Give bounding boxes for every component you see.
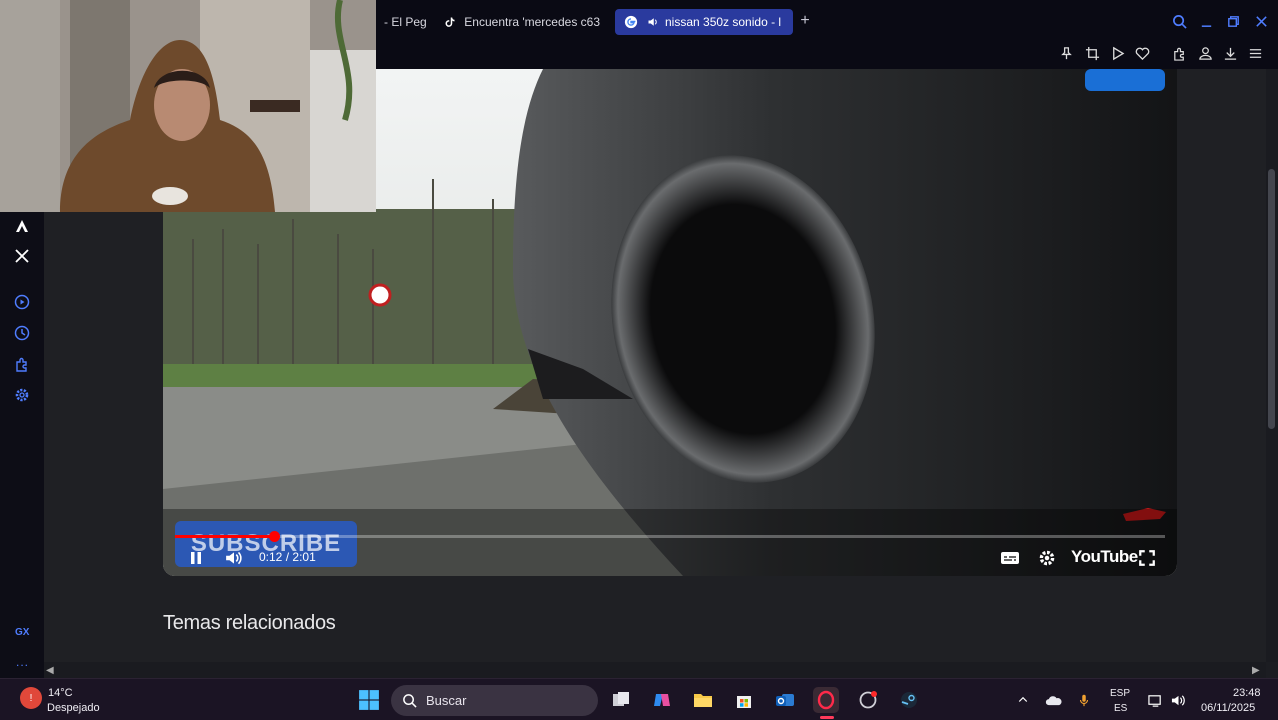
video-progress-track[interactable]	[175, 531, 1165, 542]
heart-icon[interactable]	[1133, 44, 1151, 62]
volume-button[interactable]	[223, 547, 245, 569]
snapshot-icon[interactable]	[1083, 44, 1101, 62]
horizontal-scrollbar[interactable]: ◀ ▶	[44, 662, 1266, 678]
x-twitter-icon[interactable]	[13, 247, 31, 265]
new-tab-button[interactable]: +	[796, 12, 814, 30]
menu-icon[interactable]	[1246, 44, 1264, 62]
sidebar-more-button[interactable]: ...	[16, 655, 29, 669]
browser-sidebar: GX ...	[0, 212, 44, 678]
captions-button[interactable]	[998, 547, 1022, 569]
onedrive-cloud-icon[interactable]	[1043, 687, 1065, 713]
webcam-overlay	[0, 0, 376, 212]
settings-gear-icon[interactable]	[13, 386, 31, 404]
download-icon[interactable]	[1221, 44, 1239, 62]
video-progress-fill	[175, 535, 274, 538]
outlook-icon[interactable]	[772, 687, 798, 713]
youtube-logo[interactable]: YouTube	[1071, 547, 1138, 567]
microphone-icon[interactable]	[1074, 687, 1094, 713]
clock-date[interactable]: 06/11/2025	[1201, 702, 1255, 714]
tiktok-icon	[444, 14, 456, 30]
search-placeholder: Buscar	[426, 693, 467, 708]
language-code[interactable]: ESP	[1110, 688, 1130, 699]
opera-active-indicator	[820, 716, 834, 719]
pause-icon	[191, 552, 201, 564]
opera-browser-icon[interactable]	[855, 687, 881, 713]
tab-label: nissan 350z sonido - l	[665, 15, 782, 29]
windows-taskbar: ! 14°C Despejado Buscar ESP ES 23:48 06/…	[0, 678, 1278, 720]
captions-icon	[1001, 552, 1019, 564]
webcam-feed	[0, 0, 376, 212]
settings-button[interactable]	[1036, 547, 1058, 569]
extensions-icon[interactable]	[1170, 44, 1188, 62]
windows-logo-icon	[359, 690, 379, 710]
start-button[interactable]	[356, 687, 382, 713]
scrollbar-thumb[interactable]	[1268, 169, 1275, 429]
volume-icon	[226, 551, 242, 565]
aria-icon[interactable]	[13, 217, 31, 235]
file-explorer-icon[interactable]	[690, 687, 716, 713]
wallet-icon[interactable]	[1196, 44, 1214, 62]
network-icon[interactable]	[1145, 687, 1165, 713]
pause-button[interactable]	[185, 547, 207, 569]
time-separator: /	[285, 550, 290, 564]
clock-time[interactable]: 23:48	[1233, 687, 1261, 699]
extensions-sidebar-icon[interactable]	[13, 355, 31, 373]
weather-icon[interactable]: !	[20, 687, 42, 709]
google-icon	[623, 14, 639, 30]
pin-icon[interactable]	[1057, 44, 1075, 62]
video-progress-scrubber[interactable]	[269, 531, 280, 542]
fullscreen-button[interactable]	[1136, 547, 1158, 569]
related-topics-heading: Temas relacionados	[163, 612, 336, 634]
gx-corner-label[interactable]: GX	[15, 627, 29, 638]
volume-taskbar-icon[interactable]	[1168, 687, 1188, 713]
microsoft-store-icon[interactable]	[731, 687, 757, 713]
close-icon[interactable]	[1252, 12, 1270, 30]
restore-icon[interactable]	[1224, 12, 1242, 30]
scroll-left-arrow-icon[interactable]: ◀	[46, 665, 54, 676]
taskbar-search-box[interactable]: Buscar	[391, 685, 598, 716]
play-icon[interactable]	[1108, 44, 1126, 62]
task-view-icon[interactable]	[608, 687, 634, 713]
player-icon[interactable]	[13, 293, 31, 311]
weather-description[interactable]: Despejado	[47, 702, 100, 714]
opera-gx-icon[interactable]	[813, 687, 839, 713]
tab-label: Encuentra 'mercedes c63	[464, 15, 600, 29]
search-tabs-icon[interactable]	[1170, 12, 1188, 30]
time-total: 2:01	[292, 550, 316, 564]
fullscreen-icon	[1139, 550, 1155, 566]
tab-tiktok[interactable]: Encuentra 'mercedes c63	[436, 9, 608, 35]
search-icon	[403, 694, 417, 708]
video-time: 0:12 / 2:01	[259, 550, 316, 564]
copilot-icon[interactable]	[649, 687, 675, 713]
speaker-icon[interactable]	[647, 14, 659, 30]
steam-icon[interactable]	[896, 687, 922, 713]
gear-icon	[1039, 550, 1055, 566]
minimize-icon[interactable]	[1197, 12, 1215, 30]
vertical-scrollbar[interactable]	[1266, 69, 1278, 662]
history-icon[interactable]	[13, 324, 31, 342]
tab-el-peg[interactable]: - El Peg	[376, 9, 428, 35]
keyboard-layout[interactable]: ES	[1114, 703, 1127, 714]
chevron-up-icon[interactable]	[1013, 687, 1033, 713]
tab-nissan-350z[interactable]: nissan 350z sonido - l	[615, 9, 793, 35]
time-current: 0:12	[259, 550, 283, 564]
scroll-right-arrow-icon[interactable]: ▶	[1252, 665, 1260, 676]
tab-label: - El Peg	[384, 15, 427, 29]
weather-temperature[interactable]: 14°C	[48, 687, 73, 699]
